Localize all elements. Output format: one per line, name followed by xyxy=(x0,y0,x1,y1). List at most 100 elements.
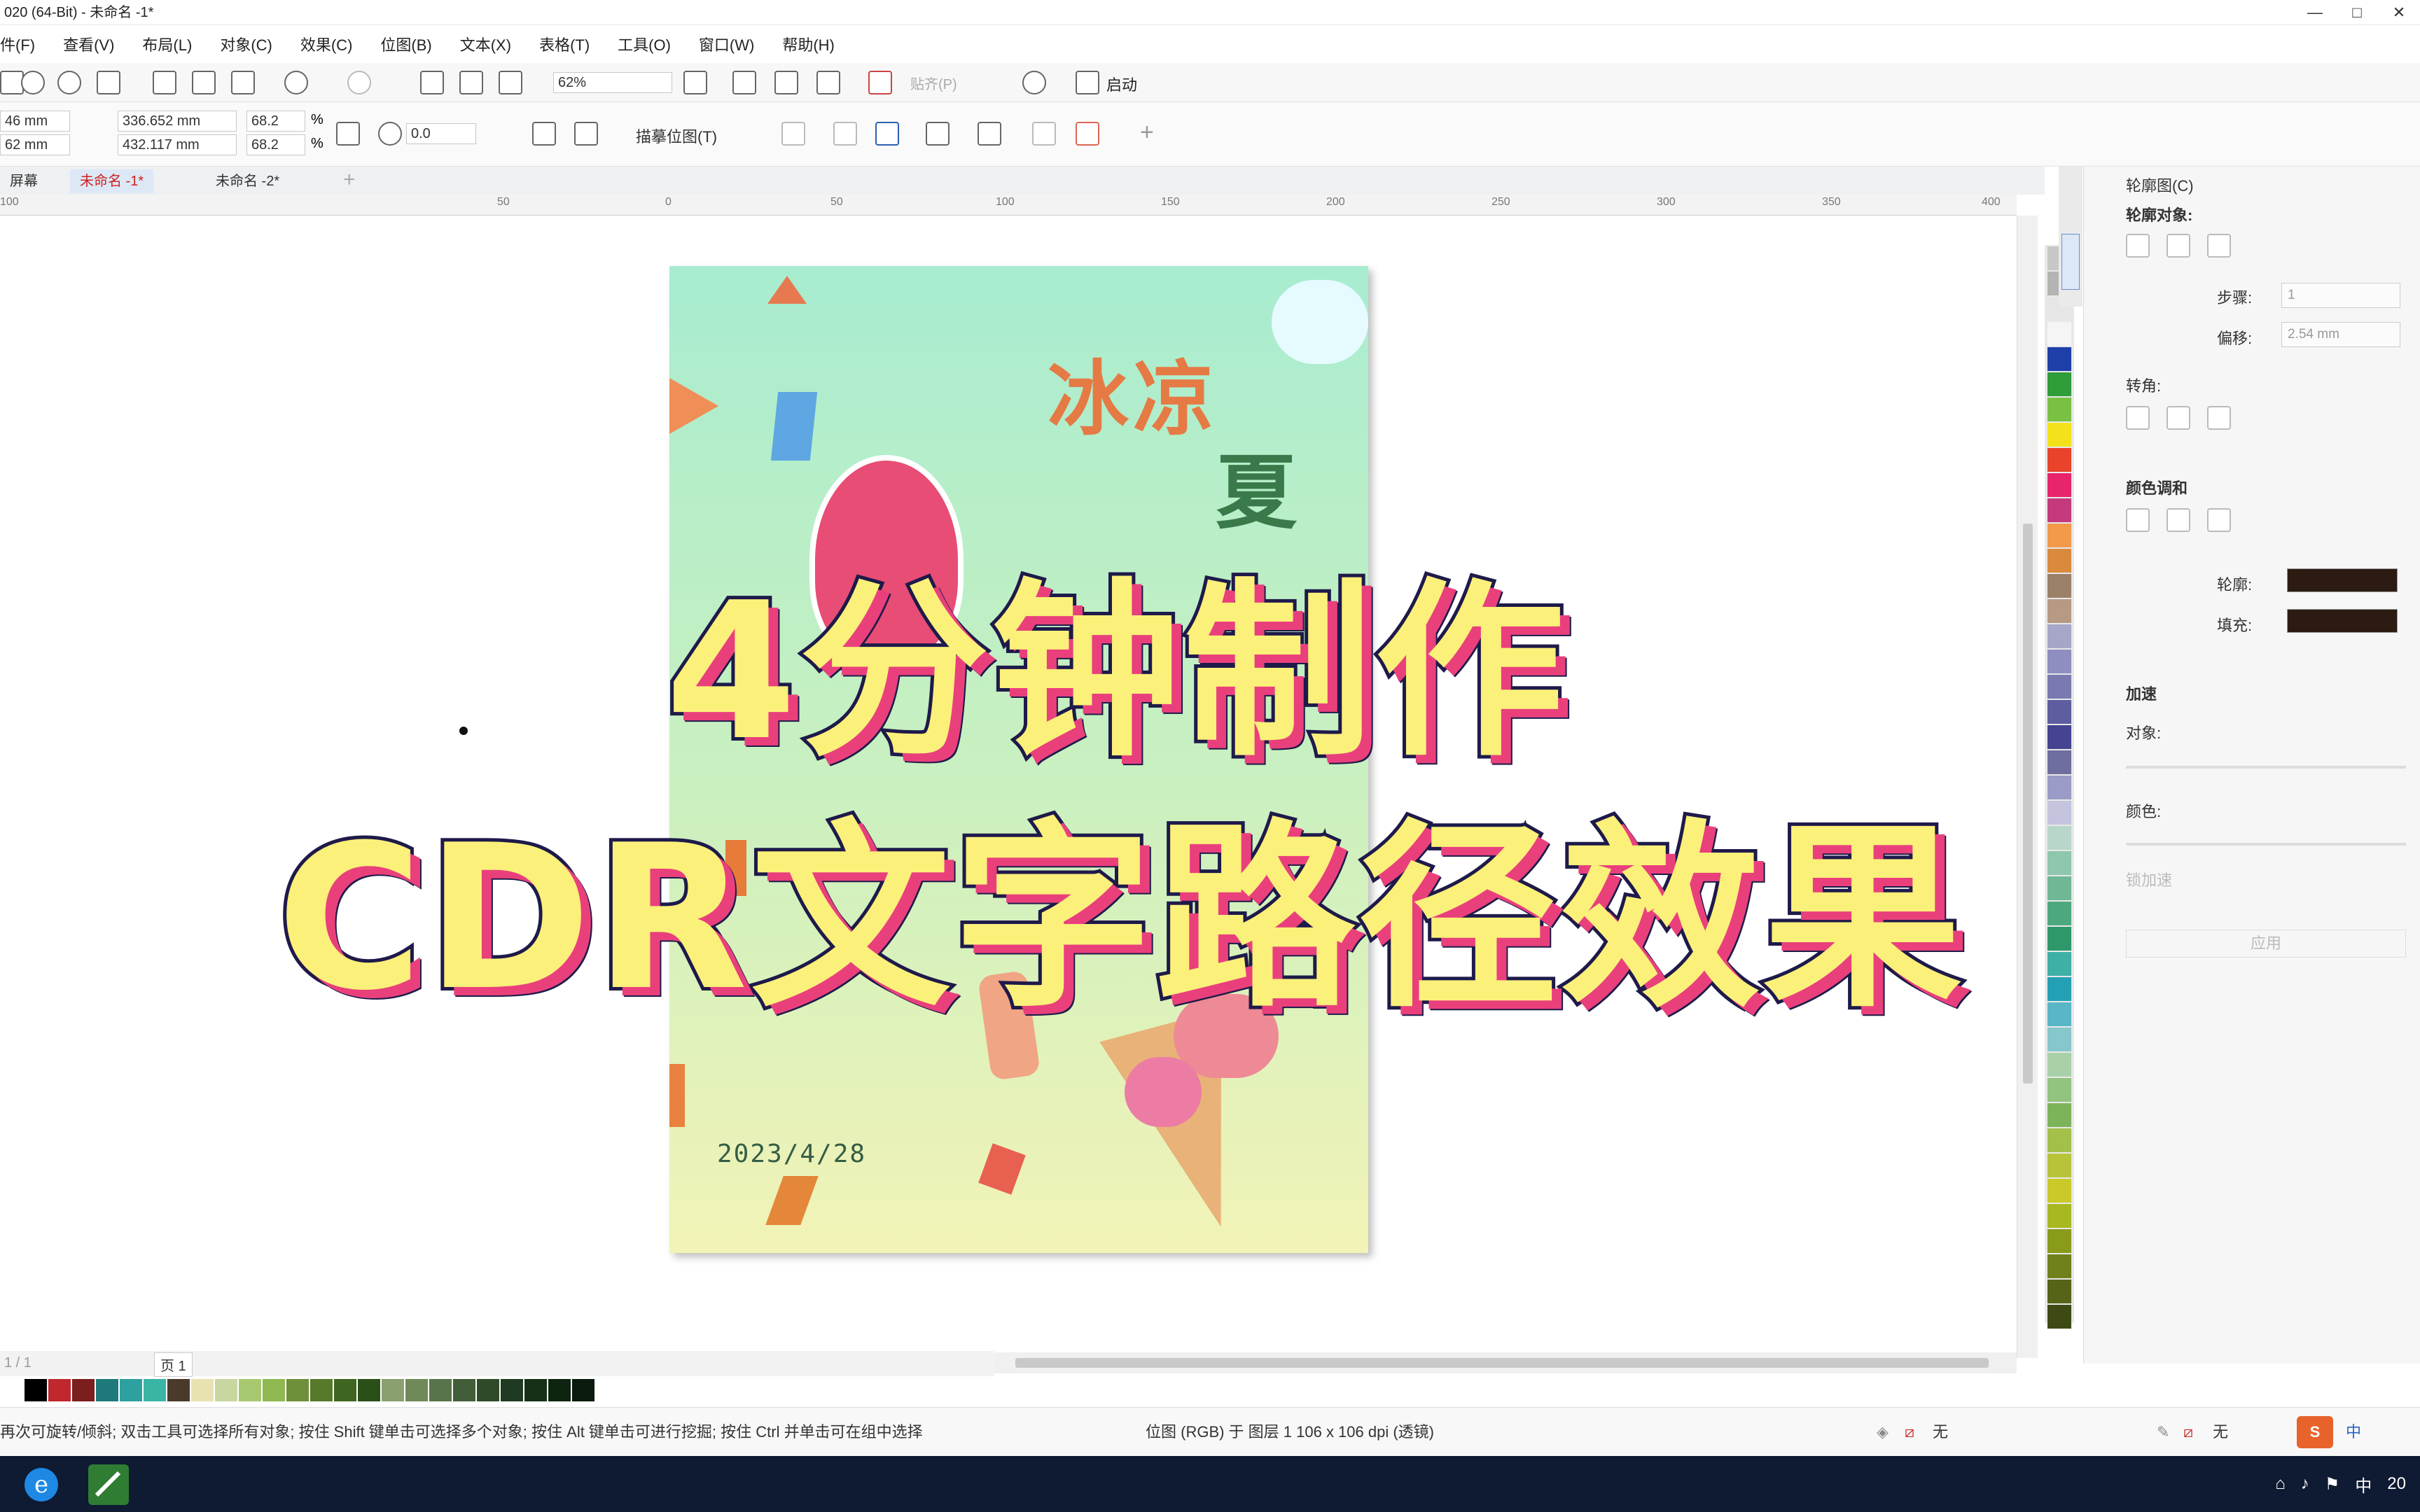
document-color-swatch[interactable] xyxy=(572,1379,594,1401)
mirror-vertical-icon[interactable] xyxy=(574,122,598,146)
height-field[interactable]: 432.117 mm xyxy=(118,134,237,155)
palette-swatch[interactable] xyxy=(2047,322,2071,346)
maximize-button[interactable]: □ xyxy=(2336,0,2378,25)
menu-text[interactable]: 文本(X) xyxy=(460,33,511,55)
full-screen-icon[interactable] xyxy=(732,71,756,94)
paste-to-label[interactable]: 贴齐(P) xyxy=(910,73,957,93)
vertical-scrollbar[interactable] xyxy=(2017,216,2038,1358)
palette-swatch[interactable] xyxy=(2047,675,2071,699)
palette-swatch[interactable] xyxy=(2047,1204,2071,1228)
frame-icon[interactable] xyxy=(926,122,950,146)
settings-gear-icon[interactable] xyxy=(1022,71,1046,94)
outline-color-swatch[interactable] xyxy=(2287,568,2398,592)
minimize-button[interactable]: — xyxy=(2294,0,2336,25)
scrollbar-thumb[interactable] xyxy=(1015,1358,1989,1368)
palette-swatch[interactable] xyxy=(2047,574,2071,598)
palette-swatch[interactable] xyxy=(2047,801,2071,825)
lock-acceleration-checkbox[interactable]: 锁加速 xyxy=(2126,868,2172,890)
scale-x-field[interactable]: 68.2 xyxy=(246,111,305,132)
document-color-swatch[interactable] xyxy=(96,1379,118,1401)
fill-color-swatch[interactable] xyxy=(2287,609,2398,633)
menu-help[interactable]: 帮助(H) xyxy=(782,33,835,55)
linear-blend-icon[interactable] xyxy=(2126,508,2150,532)
grid-icon[interactable] xyxy=(816,71,840,94)
palette-swatch[interactable] xyxy=(2047,1154,2071,1177)
add-icon[interactable]: + xyxy=(1140,119,1154,146)
width-field[interactable]: 336.652 mm xyxy=(118,111,237,132)
ime-mode[interactable]: 中 xyxy=(2346,1408,2361,1457)
palette-swatch[interactable] xyxy=(2047,1254,2071,1278)
document-color-swatch[interactable] xyxy=(167,1379,190,1401)
palette-swatch[interactable] xyxy=(2047,347,2071,371)
clockwise-blend-icon[interactable] xyxy=(2167,508,2190,532)
pdf-icon[interactable] xyxy=(499,71,522,94)
contour-docker-tab[interactable] xyxy=(2061,234,2080,290)
document-color-swatch[interactable] xyxy=(239,1379,261,1401)
tab-untitled-2[interactable]: 未命名 -2* xyxy=(206,169,289,193)
document-color-swatch[interactable] xyxy=(334,1379,356,1401)
tray-flag-icon[interactable]: ⚑ xyxy=(2325,1474,2340,1494)
palette-swatch[interactable] xyxy=(2047,1002,2071,1026)
inside-icon[interactable] xyxy=(2167,234,2190,258)
document-color-swatch[interactable] xyxy=(524,1379,547,1401)
palette-swatch[interactable] xyxy=(2047,498,2071,522)
import-icon[interactable] xyxy=(420,71,444,94)
document-color-swatch[interactable] xyxy=(286,1379,309,1401)
rotate-icon[interactable] xyxy=(378,122,402,146)
trace-bitmap-button[interactable]: 描摹位图(T) xyxy=(636,125,717,147)
palette-swatch[interactable] xyxy=(2047,1179,2071,1203)
palette-swatch[interactable] xyxy=(2047,902,2071,925)
palette-swatch[interactable] xyxy=(2047,776,2071,799)
resample-icon[interactable] xyxy=(833,122,857,146)
export-icon[interactable] xyxy=(459,71,483,94)
palette-swatch[interactable] xyxy=(2047,1053,2071,1077)
menu-effects[interactable]: 效果(C) xyxy=(300,33,353,55)
palette-swatch[interactable] xyxy=(2047,1305,2071,1329)
bevel-corner-icon[interactable] xyxy=(2207,406,2231,430)
page-tab-1[interactable]: 页 1 xyxy=(154,1352,193,1377)
document-color-swatch[interactable] xyxy=(477,1379,499,1401)
horizontal-ruler[interactable]: 100 50 0 50 100 150 200 250 300 350 400 xyxy=(0,195,2017,216)
tray-volume-icon[interactable]: ♪ xyxy=(2301,1474,2309,1494)
document-color-swatch[interactable] xyxy=(501,1379,523,1401)
y-position-field[interactable]: 62 mm xyxy=(0,134,70,155)
object-accel-slider[interactable] xyxy=(2126,766,2406,769)
color-palette[interactable] xyxy=(2045,245,2074,1329)
bitmap-edit-icon[interactable] xyxy=(875,122,899,146)
undo-icon[interactable] xyxy=(284,71,308,94)
redo-icon[interactable] xyxy=(347,71,371,94)
mirror-horizontal-icon[interactable] xyxy=(532,122,556,146)
apply-button[interactable]: 应用 xyxy=(2126,930,2406,958)
document-color-swatch[interactable] xyxy=(310,1379,333,1401)
document-color-swatch[interactable] xyxy=(25,1379,47,1401)
menu-file[interactable]: 件(F) xyxy=(0,33,35,55)
color-accel-slider[interactable] xyxy=(2126,843,2406,846)
palette-swatch[interactable] xyxy=(2047,473,2071,497)
menu-table[interactable]: 表格(T) xyxy=(539,33,590,55)
document-color-swatch[interactable] xyxy=(453,1379,475,1401)
document-color-swatch[interactable] xyxy=(72,1379,95,1401)
document-color-swatch[interactable] xyxy=(382,1379,404,1401)
palette-swatch[interactable] xyxy=(2047,826,2071,850)
document-color-swatch[interactable] xyxy=(405,1379,428,1401)
document-color-swatch[interactable] xyxy=(429,1379,452,1401)
to-center-icon[interactable] xyxy=(2126,234,2150,258)
palette-swatch[interactable] xyxy=(2047,851,2071,875)
palette-swatch[interactable] xyxy=(2047,952,2071,976)
print-icon[interactable] xyxy=(97,71,120,94)
rulers-icon[interactable] xyxy=(774,71,798,94)
palette-swatch[interactable] xyxy=(2047,750,2071,774)
palette-swatch[interactable] xyxy=(2047,599,2071,623)
paste-icon[interactable] xyxy=(231,71,255,94)
miter-corner-icon[interactable] xyxy=(2126,406,2150,430)
palette-swatch[interactable] xyxy=(2047,1229,2071,1253)
scrollbar-thumb[interactable] xyxy=(2023,524,2033,1084)
internet-explorer-icon[interactable]: e xyxy=(21,1464,62,1505)
document-color-swatch[interactable] xyxy=(1,1379,23,1401)
new-tab-icon[interactable]: + xyxy=(343,168,356,192)
palette-swatch[interactable] xyxy=(2047,700,2071,724)
document-palette[interactable] xyxy=(0,1376,630,1404)
document-color-swatch[interactable] xyxy=(191,1379,214,1401)
document-color-swatch[interactable] xyxy=(48,1379,71,1401)
document-color-swatch[interactable] xyxy=(120,1379,142,1401)
